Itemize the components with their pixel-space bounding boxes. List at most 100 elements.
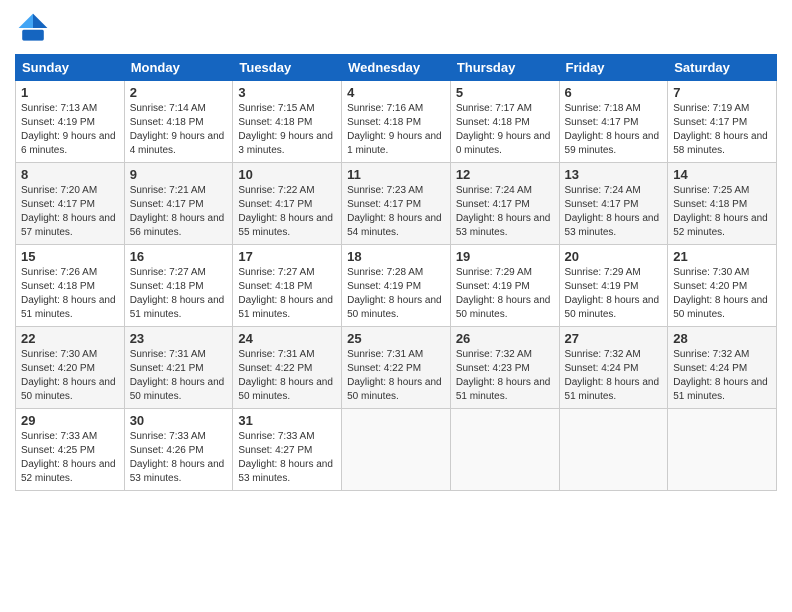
- day-info: Sunrise: 7:24 AMSunset: 4:17 PMDaylight:…: [565, 184, 663, 240]
- calendar-cell: [668, 409, 777, 491]
- calendar-table: SundayMondayTuesdayWednesdayThursdayFrid…: [15, 54, 777, 491]
- day-info: Sunrise: 7:33 AMSunset: 4:26 PMDaylight:…: [130, 430, 228, 486]
- calendar-cell: [450, 409, 559, 491]
- col-header-thursday: Thursday: [450, 55, 559, 81]
- calendar-cell: 18 Sunrise: 7:28 AMSunset: 4:19 PMDayligh…: [342, 245, 451, 327]
- calendar-week-3: 15Sunrise: 7:26 AMSunset: 4:18 PMDayligh…: [16, 245, 777, 327]
- day-info: Sunrise: 7:31 AMSunset: 4:22 PMDaylight:…: [238, 348, 336, 404]
- day-number: 27: [565, 331, 663, 346]
- day-number: 7: [673, 85, 771, 100]
- calendar-cell: 9 Sunrise: 7:21 AMSunset: 4:17 PMDaylight…: [124, 163, 233, 245]
- day-info: Sunrise: 7:28 AMSunset: 4:19 PMDaylight:…: [347, 266, 445, 322]
- day-number: 26: [456, 331, 554, 346]
- calendar-cell: 29 Sunrise: 7:33 AMSunset: 4:25 PMDayligh…: [16, 409, 125, 491]
- day-number: 28: [673, 331, 771, 346]
- day-number: 21: [673, 249, 771, 264]
- day-number: 14: [673, 167, 771, 182]
- day-info: Sunrise: 7:13 AMSunset: 4:19 PMDaylight:…: [21, 102, 119, 158]
- col-header-sunday: Sunday: [16, 55, 125, 81]
- day-info: Sunrise: 7:29 AMSunset: 4:19 PMDaylight:…: [565, 266, 663, 322]
- day-number: 24: [238, 331, 336, 346]
- day-info: Sunrise: 7:18 AMSunset: 4:17 PMDaylight:…: [565, 102, 663, 158]
- day-number: 30: [130, 413, 228, 428]
- calendar-week-4: 22 Sunrise: 7:30 AMSunset: 4:20 PMDayligh…: [16, 327, 777, 409]
- calendar-cell: 12Sunrise: 7:24 AMSunset: 4:17 PMDayligh…: [450, 163, 559, 245]
- calendar-cell: 20 Sunrise: 7:29 AMSunset: 4:19 PMDayligh…: [559, 245, 668, 327]
- calendar-cell: 13 Sunrise: 7:24 AMSunset: 4:17 PMDayligh…: [559, 163, 668, 245]
- calendar-cell: 28 Sunrise: 7:32 AMSunset: 4:24 PMDayligh…: [668, 327, 777, 409]
- calendar-cell: 26Sunrise: 7:32 AMSunset: 4:23 PMDayligh…: [450, 327, 559, 409]
- calendar-cell: 21 Sunrise: 7:30 AMSunset: 4:20 PMDayligh…: [668, 245, 777, 327]
- calendar-cell: 17Sunrise: 7:27 AMSunset: 4:18 PMDayligh…: [233, 245, 342, 327]
- day-number: 9: [130, 167, 228, 182]
- day-info: Sunrise: 7:25 AMSunset: 4:18 PMDaylight:…: [673, 184, 771, 240]
- day-info: Sunrise: 7:21 AMSunset: 4:17 PMDaylight:…: [130, 184, 228, 240]
- day-number: 6: [565, 85, 663, 100]
- col-header-friday: Friday: [559, 55, 668, 81]
- calendar-cell: 4 Sunrise: 7:16 AMSunset: 4:18 PMDaylight…: [342, 81, 451, 163]
- day-number: 2: [130, 85, 228, 100]
- day-info: Sunrise: 7:33 AMSunset: 4:25 PMDaylight:…: [21, 430, 119, 486]
- day-number: 16: [130, 249, 228, 264]
- calendar-cell: 16 Sunrise: 7:27 AMSunset: 4:18 PMDayligh…: [124, 245, 233, 327]
- calendar-cell: 25 Sunrise: 7:31 AMSunset: 4:22 PMDayligh…: [342, 327, 451, 409]
- day-number: 18: [347, 249, 445, 264]
- calendar-week-2: 8 Sunrise: 7:20 AMSunset: 4:17 PMDaylight…: [16, 163, 777, 245]
- col-header-wednesday: Wednesday: [342, 55, 451, 81]
- day-info: Sunrise: 7:14 AMSunset: 4:18 PMDaylight:…: [130, 102, 228, 158]
- day-info: Sunrise: 7:15 AMSunset: 4:18 PMDaylight:…: [238, 102, 336, 158]
- calendar-cell: 8 Sunrise: 7:20 AMSunset: 4:17 PMDaylight…: [16, 163, 125, 245]
- page-container: SundayMondayTuesdayWednesdayThursdayFrid…: [0, 0, 792, 501]
- day-number: 12: [456, 167, 554, 182]
- calendar-header-row: SundayMondayTuesdayWednesdayThursdayFrid…: [16, 55, 777, 81]
- day-number: 20: [565, 249, 663, 264]
- day-number: 25: [347, 331, 445, 346]
- day-info: Sunrise: 7:20 AMSunset: 4:17 PMDaylight:…: [21, 184, 119, 240]
- calendar-cell: 2 Sunrise: 7:14 AMSunset: 4:18 PMDaylight…: [124, 81, 233, 163]
- day-number: 10: [238, 167, 336, 182]
- day-number: 13: [565, 167, 663, 182]
- calendar-cell: 31 Sunrise: 7:33 AMSunset: 4:27 PMDayligh…: [233, 409, 342, 491]
- day-info: Sunrise: 7:22 AMSunset: 4:17 PMDaylight:…: [238, 184, 336, 240]
- day-number: 5: [456, 85, 554, 100]
- day-info: Sunrise: 7:27 AMSunset: 4:18 PMDaylight:…: [130, 266, 228, 322]
- day-number: 8: [21, 167, 119, 182]
- day-info: Sunrise: 7:32 AMSunset: 4:24 PMDaylight:…: [565, 348, 663, 404]
- calendar-cell: 22 Sunrise: 7:30 AMSunset: 4:20 PMDayligh…: [16, 327, 125, 409]
- calendar-cell: 14 Sunrise: 7:25 AMSunset: 4:18 PMDayligh…: [668, 163, 777, 245]
- calendar-cell: 6 Sunrise: 7:18 AMSunset: 4:17 PMDaylight…: [559, 81, 668, 163]
- calendar-cell: [342, 409, 451, 491]
- day-number: 22: [21, 331, 119, 346]
- calendar-cell: 24 Sunrise: 7:31 AMSunset: 4:22 PMDayligh…: [233, 327, 342, 409]
- day-info: Sunrise: 7:19 AMSunset: 4:17 PMDaylight:…: [673, 102, 771, 158]
- col-header-tuesday: Tuesday: [233, 55, 342, 81]
- day-number: 3: [238, 85, 336, 100]
- day-info: Sunrise: 7:31 AMSunset: 4:22 PMDaylight:…: [347, 348, 445, 404]
- calendar-cell: 15Sunrise: 7:26 AMSunset: 4:18 PMDayligh…: [16, 245, 125, 327]
- day-number: 29: [21, 413, 119, 428]
- calendar-week-5: 29 Sunrise: 7:33 AMSunset: 4:25 PMDayligh…: [16, 409, 777, 491]
- day-number: 31: [238, 413, 336, 428]
- day-info: Sunrise: 7:33 AMSunset: 4:27 PMDaylight:…: [238, 430, 336, 486]
- day-number: 19: [456, 249, 554, 264]
- day-info: Sunrise: 7:17 AMSunset: 4:18 PMDaylight:…: [456, 102, 554, 158]
- day-number: 1: [21, 85, 119, 100]
- logo: [15, 10, 55, 46]
- calendar-cell: 3 Sunrise: 7:15 AMSunset: 4:18 PMDaylight…: [233, 81, 342, 163]
- calendar-week-1: 1 Sunrise: 7:13 AMSunset: 4:19 PMDaylight…: [16, 81, 777, 163]
- col-header-saturday: Saturday: [668, 55, 777, 81]
- day-info: Sunrise: 7:30 AMSunset: 4:20 PMDaylight:…: [21, 348, 119, 404]
- calendar-cell: 30 Sunrise: 7:33 AMSunset: 4:26 PMDayligh…: [124, 409, 233, 491]
- calendar-cell: 1 Sunrise: 7:13 AMSunset: 4:19 PMDaylight…: [16, 81, 125, 163]
- day-info: Sunrise: 7:30 AMSunset: 4:20 PMDaylight:…: [673, 266, 771, 322]
- logo-icon: [15, 10, 51, 46]
- day-number: 11: [347, 167, 445, 182]
- calendar-cell: 23Sunrise: 7:31 AMSunset: 4:21 PMDayligh…: [124, 327, 233, 409]
- day-info: Sunrise: 7:29 AMSunset: 4:19 PMDaylight:…: [456, 266, 554, 322]
- day-info: Sunrise: 7:16 AMSunset: 4:18 PMDaylight:…: [347, 102, 445, 158]
- header: [15, 10, 777, 46]
- calendar-cell: 7 Sunrise: 7:19 AMSunset: 4:17 PMDaylight…: [668, 81, 777, 163]
- day-info: Sunrise: 7:32 AMSunset: 4:24 PMDaylight:…: [673, 348, 771, 404]
- day-number: 4: [347, 85, 445, 100]
- calendar-cell: [559, 409, 668, 491]
